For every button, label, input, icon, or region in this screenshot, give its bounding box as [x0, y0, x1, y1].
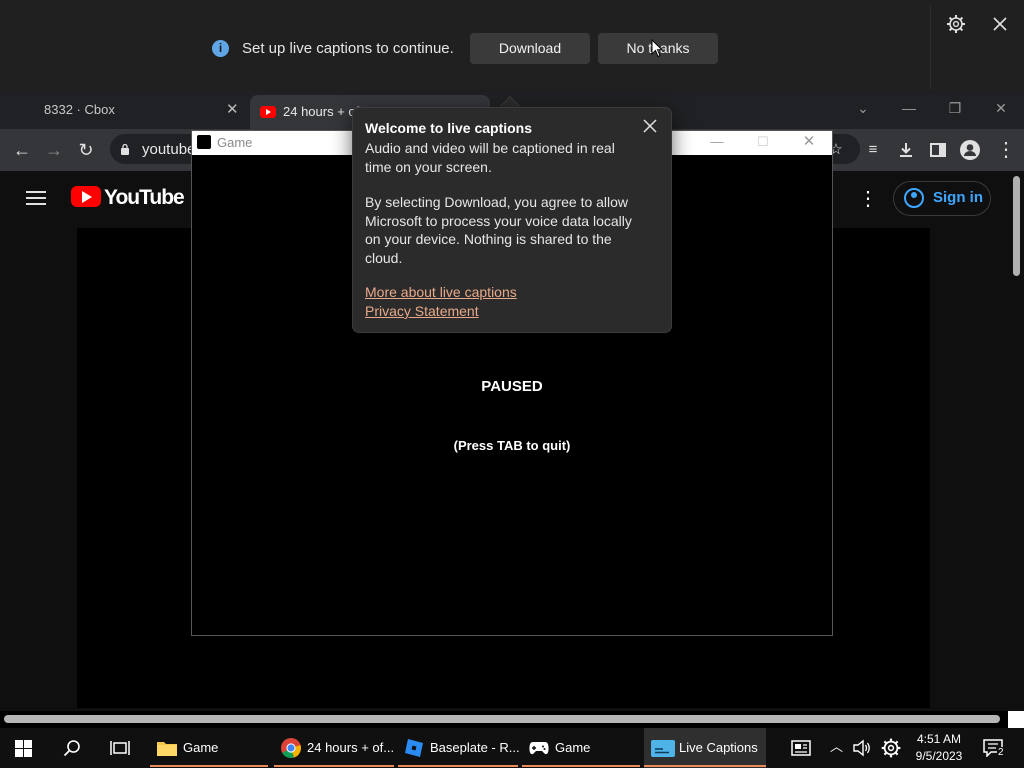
active-indicator — [644, 765, 766, 767]
volume-icon[interactable] — [852, 738, 872, 758]
tab-title: 8332 · Cbox — [44, 102, 115, 117]
notification-count: 2 — [997, 747, 1005, 758]
forward-icon[interactable]: → — [42, 138, 66, 162]
flyout-description: Audio and video will be captioned in rea… — [365, 140, 615, 175]
roblox-studio-icon — [405, 739, 423, 757]
notification-center-button[interactable]: 2 — [980, 738, 1008, 760]
scrollbar-corner — [1008, 711, 1024, 728]
game-close-icon[interactable]: ✕ — [786, 131, 832, 155]
game-window-title: Game — [217, 135, 253, 150]
download-button[interactable]: Download — [470, 33, 590, 64]
taskbar-app-label: Baseplate - R... — [430, 740, 520, 755]
quit-hint: (Press TAB to quit) — [453, 438, 571, 453]
horizontal-scroll-thumb[interactable] — [4, 715, 1000, 723]
paused-label: PAUSED — [481, 378, 543, 395]
live-captions-bar-panel — [5, 5, 931, 90]
running-indicator — [398, 765, 518, 767]
account-circle-icon — [904, 188, 924, 208]
live-captions-icon — [651, 740, 675, 757]
restore-icon[interactable]: ❐ — [940, 93, 970, 123]
more-options-icon[interactable]: ⋮ — [858, 188, 878, 210]
youtube-logo-icon[interactable] — [71, 186, 101, 207]
more-about-live-captions-link[interactable]: More about live captions — [365, 284, 517, 300]
profile-icon[interactable] — [959, 139, 981, 161]
search-icon — [63, 740, 80, 757]
gamepad-icon — [529, 742, 549, 755]
start-button[interactable] — [0, 728, 46, 768]
taskbar-app-chrome[interactable]: 24 hours + of... — [274, 728, 394, 768]
clock-time: 4:51 AM — [916, 732, 962, 746]
window-close-icon[interactable]: ✕ — [986, 93, 1016, 123]
sign-in-label: Sign in — [933, 189, 983, 206]
chrome-icon — [281, 738, 301, 758]
task-view-icon — [110, 741, 130, 755]
mouse-cursor-icon — [651, 39, 663, 58]
news-widget-icon[interactable] — [790, 738, 812, 758]
tab-title: 24 hours + of — [283, 104, 360, 119]
download-icon[interactable] — [896, 140, 916, 160]
show-hidden-icons-chevron-icon[interactable]: ︿ — [830, 736, 843, 755]
taskbar-app-label: Live Captions — [679, 740, 758, 755]
vertical-scroll-thumb[interactable] — [1013, 176, 1020, 276]
back-icon[interactable]: ← — [10, 138, 34, 162]
taskbar-app-file-explorer[interactable]: Game — [150, 728, 268, 768]
settings-gear-icon[interactable] — [880, 737, 902, 759]
taskbar-app-label: 24 hours + of... — [307, 740, 395, 755]
windows-logo-icon — [15, 740, 32, 757]
system-clock[interactable]: 4:51 AM 9/5/2023 — [910, 731, 968, 765]
running-indicator — [522, 765, 640, 767]
clock-date: 9/5/2023 — [915, 749, 963, 763]
flyout-title: Welcome to live captions — [365, 120, 533, 136]
game-app-icon — [197, 135, 211, 149]
task-view-button[interactable] — [98, 728, 142, 768]
hamburger-menu-icon[interactable] — [26, 190, 46, 206]
reload-icon[interactable]: ↻ — [74, 138, 98, 162]
taskbar-app-label: Game — [183, 740, 219, 755]
lock-icon[interactable] — [120, 143, 130, 155]
taskbar-search-button[interactable] — [50, 728, 94, 768]
tab-close-icon[interactable]: ✕ — [226, 93, 239, 127]
tab-cbox[interactable]: 8332 · Cbox ✕ — [0, 93, 248, 129]
info-icon: i — [212, 40, 229, 57]
close-icon[interactable] — [990, 14, 1010, 34]
media-control-icon[interactable]: ≡ — [861, 138, 885, 162]
live-captions-message: Set up live captions to continue. — [242, 40, 454, 57]
running-indicator — [150, 765, 268, 767]
gear-icon[interactable] — [946, 14, 966, 34]
tab-search-chevron-icon[interactable]: ⌄ — [848, 93, 878, 123]
privacy-statement-link[interactable]: Privacy Statement — [365, 303, 479, 319]
chrome-menu-icon[interactable]: ⋮ — [994, 138, 1018, 162]
url-text[interactable]: youtube — [142, 141, 195, 158]
taskbar-app-label: Game — [555, 740, 591, 755]
running-indicator — [274, 765, 394, 767]
taskbar-app-roblox-studio[interactable]: Baseplate - R... — [398, 728, 520, 768]
taskbar-app-game[interactable]: Game — [522, 728, 640, 768]
game-maximize-icon[interactable]: ☐ — [740, 131, 786, 155]
youtube-favicon-icon — [260, 106, 276, 118]
side-panel-icon[interactable] — [928, 140, 948, 160]
game-minimize-icon[interactable]: — — [694, 131, 740, 155]
youtube-wordmark[interactable]: YouTube — [104, 186, 185, 210]
folder-icon — [157, 742, 177, 756]
flyout-close-icon[interactable] — [640, 116, 660, 136]
minimize-icon[interactable]: — — [894, 93, 924, 123]
flyout-consent-text: By selecting Download, you agree to allo… — [365, 194, 632, 266]
taskbar-app-live-captions[interactable]: Live Captions — [644, 728, 766, 768]
